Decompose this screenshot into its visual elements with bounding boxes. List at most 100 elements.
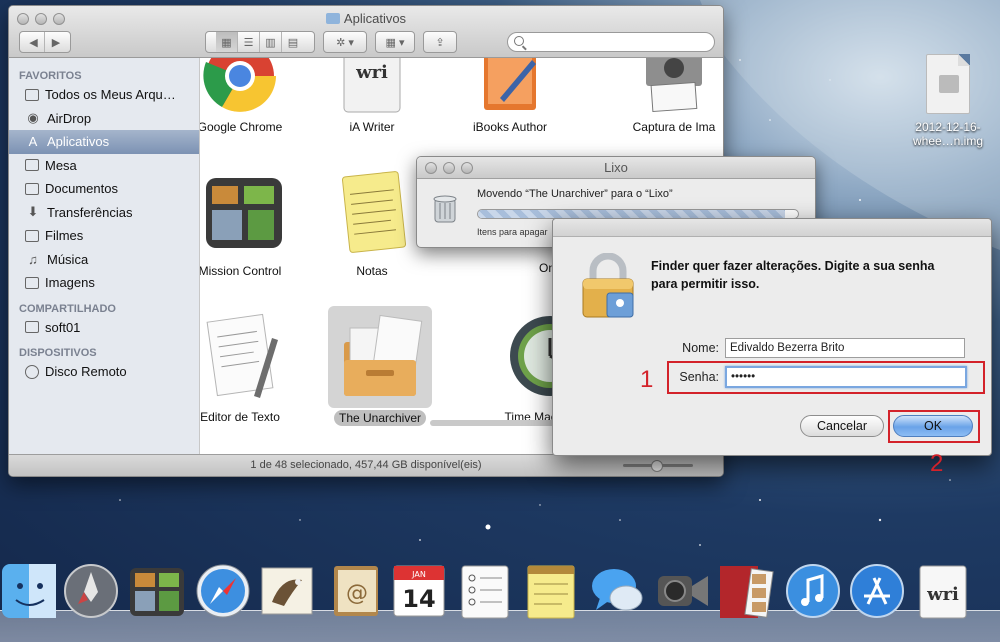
music-icon: ♫ [28, 251, 38, 267]
close-button[interactable] [425, 162, 437, 174]
safari-icon[interactable] [194, 562, 252, 620]
cancel-button[interactable]: Cancelar [800, 415, 884, 437]
arrange-icon: ▦ ▾ [385, 36, 405, 49]
applications-icon: A [28, 134, 38, 150]
action-menu-button[interactable]: ✲ ▾ [323, 31, 367, 53]
remote-disc-icon [25, 364, 39, 379]
calendar-day: 14 [402, 585, 435, 613]
all-files-icon [25, 88, 39, 101]
sidebar-item-documents[interactable]: Documentos [9, 177, 199, 201]
minimize-button[interactable] [443, 162, 455, 174]
reminders-icon[interactable] [456, 562, 514, 620]
app-store-icon[interactable] [848, 562, 906, 620]
mission-control-icon[interactable] [128, 562, 186, 620]
photo-booth-icon[interactable] [716, 562, 774, 620]
app-ia-writer[interactable]: wri iA Writer [308, 58, 436, 135]
app-ibooks-author[interactable]: iBooks Author [446, 58, 574, 135]
finder-sidebar: FAVORITOS Todos os Meus Arqu… ◉ AirDrop A… [9, 58, 200, 454]
search-field[interactable] [507, 32, 715, 52]
launchpad-icon[interactable] [62, 562, 120, 620]
app-mission-control[interactable]: Mission Control [200, 170, 304, 279]
sidebar-section-devices: DISPOSITIVOS [19, 347, 97, 359]
pictures-icon [25, 276, 39, 289]
annotation-number-1: 1 [640, 366, 654, 393]
trash-titlebar: Lixo [417, 157, 815, 179]
textedit-icon [206, 313, 278, 398]
contacts-icon[interactable]: @ [326, 562, 384, 620]
finder-icon[interactable] [0, 562, 58, 620]
calendar-icon[interactable]: JAN 14 [390, 562, 448, 620]
sidebar-item-desktop[interactable]: Mesa [9, 154, 199, 178]
app-google-chrome[interactable]: Google Chrome [200, 58, 304, 135]
svg-text:wri: wri [355, 62, 388, 83]
sidebar-item-downloads[interactable]: ⬇ Transferências [9, 201, 199, 225]
share-icon: ⇪ [435, 36, 445, 49]
search-icon [514, 36, 524, 46]
coverflow-view-button[interactable]: ▤ [282, 32, 304, 52]
unarchiver-icon [344, 314, 423, 396]
status-text: 1 de 48 selecionado, 457,44 GB disponíve… [250, 459, 482, 471]
facetime-icon[interactable] [654, 562, 712, 620]
dialog-titlebar [553, 219, 991, 237]
movies-icon [25, 229, 39, 242]
name-field[interactable]: Edivaldo Bezerra Brito [725, 338, 965, 358]
status-bar: 1 de 48 selecionado, 457,44 GB disponíve… [9, 454, 723, 476]
list-view-button[interactable]: ☰ [238, 32, 260, 52]
mail-icon[interactable] [258, 562, 316, 620]
chrome-icon [203, 58, 276, 112]
icon-size-slider[interactable] [623, 460, 693, 472]
annotation-box-ok [888, 410, 980, 443]
app-the-unarchiver[interactable]: The Unarchiver [316, 306, 444, 426]
sidebar-item-all-files[interactable]: Todos os Meus Arqu… [9, 83, 199, 107]
forward-button[interactable]: ▶ [45, 32, 67, 52]
notes-icon [341, 171, 407, 253]
sidebar-item-soft01[interactable]: soft01 [9, 316, 199, 340]
app-label: Google Chrome [200, 120, 283, 134]
image-capture-icon [646, 58, 702, 113]
app-image-capture[interactable]: Captura de Ima [610, 58, 723, 135]
trash-subtext: Itens para apagar [477, 227, 548, 237]
app-label: Editor de Texto [200, 410, 280, 424]
app-label: iBooks Author [472, 120, 548, 134]
shared-computer-icon [25, 321, 39, 334]
annotation-number-2: 2 [930, 450, 944, 477]
dock: @ JAN 14 wri [0, 558, 1000, 630]
back-forward-control: ◀ ▶ [19, 31, 71, 53]
app-label: Captura de Ima [632, 120, 716, 134]
window-title: Aplicativos [9, 11, 723, 26]
icon-view-button[interactable]: ▦ [216, 32, 238, 52]
sidebar-item-remote-disc[interactable]: Disco Remoto [9, 360, 199, 384]
folder-icon [325, 13, 340, 24]
sidebar-item-music[interactable]: ♫ Música [9, 248, 199, 272]
column-view-button[interactable]: ▥ [260, 32, 282, 52]
notes-icon[interactable] [522, 562, 580, 620]
airdrop-icon: ◉ [27, 110, 39, 126]
sidebar-item-airdrop[interactable]: ◉ AirDrop [9, 107, 199, 131]
arrange-menu-button[interactable]: ▦ ▾ [375, 31, 415, 53]
itunes-icon[interactable] [784, 562, 842, 620]
share-button[interactable]: ⇪ [423, 31, 457, 53]
zoom-button[interactable] [461, 162, 473, 174]
writer-text: wri [926, 584, 959, 605]
sidebar-section-favorites: FAVORITOS [19, 70, 82, 82]
lock-icon [582, 253, 634, 318]
mission-control-icon [206, 178, 282, 248]
ia-writer-icon[interactable]: wri [914, 562, 972, 620]
ia-writer-icon: wri [343, 58, 401, 113]
documents-icon [25, 182, 39, 195]
sidebar-item-pictures[interactable]: Imagens [9, 271, 199, 295]
app-label: Notas [356, 264, 388, 278]
trash-icon [433, 195, 457, 223]
messages-icon[interactable] [588, 562, 646, 620]
desktop-disk-image[interactable]: 2012-12-16- whee…n.img [900, 54, 996, 148]
back-button[interactable]: ◀ [23, 32, 45, 52]
disk-image-icon [926, 54, 970, 114]
gear-icon: ✲ ▾ [336, 36, 354, 49]
desktop-icon [25, 159, 39, 172]
app-textedit[interactable]: Editor de Texto [200, 310, 304, 425]
sidebar-item-applications[interactable]: A Aplicativos [9, 130, 199, 154]
svg-text:@: @ [346, 581, 368, 606]
sidebar-item-movies[interactable]: Filmes [9, 224, 199, 248]
ibooks-author-icon [484, 58, 536, 110]
desktop-file-label-line1: 2012-12-16- [915, 120, 981, 134]
